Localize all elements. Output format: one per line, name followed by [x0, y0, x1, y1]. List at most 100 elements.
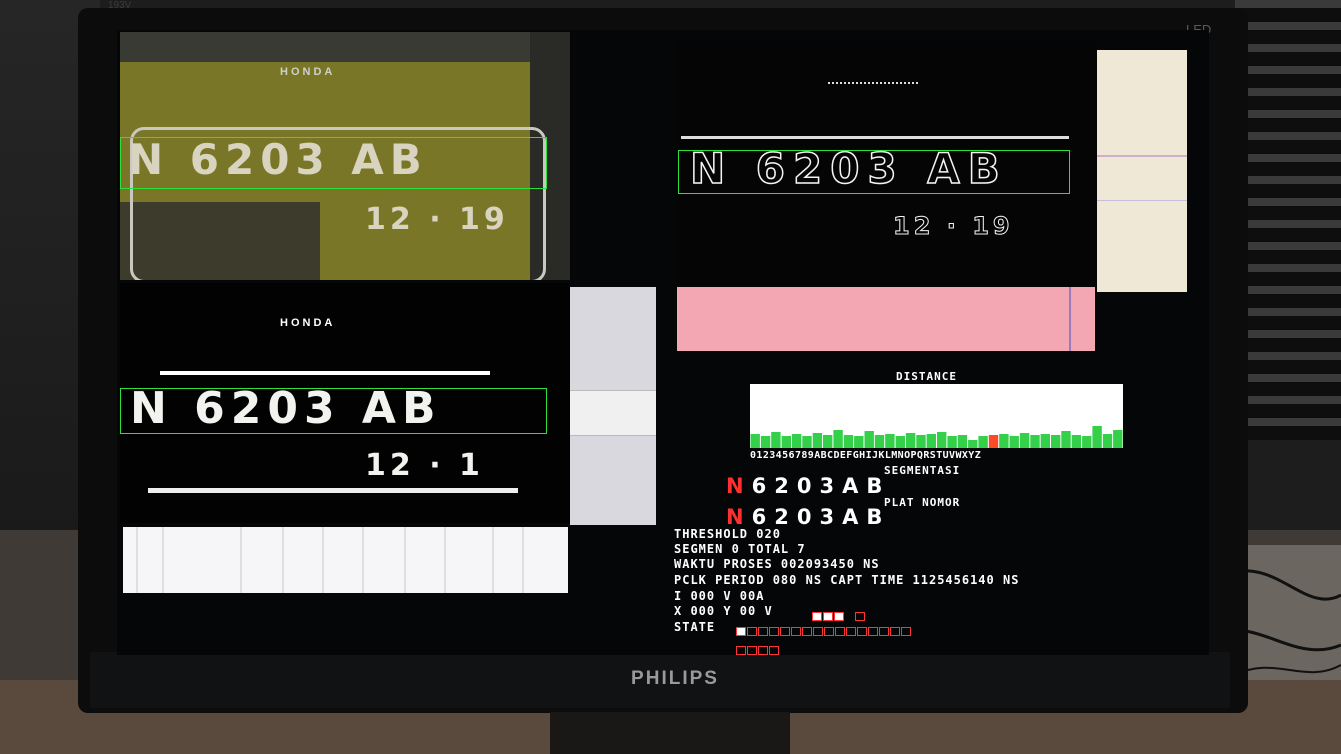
distance-bar	[823, 435, 833, 448]
plat-nomor-char: A	[842, 505, 867, 529]
projection-panel-horizontal	[677, 287, 1095, 351]
plate-binary-expiry: 12 · 1	[365, 448, 484, 483]
state-cell	[835, 627, 845, 636]
state-cell	[769, 646, 779, 655]
distance-bar	[791, 434, 802, 448]
pclk-text: PCLK PERIOD 080 NS CAPT TIME 1125456140 …	[674, 573, 1020, 587]
state-cell	[890, 627, 900, 636]
distance-bar	[854, 436, 864, 448]
distance-bar	[812, 433, 823, 448]
distance-bar	[937, 432, 947, 448]
plate-brand-text: HONDA	[280, 66, 336, 78]
distance-bar	[895, 436, 905, 448]
state-cell	[868, 627, 878, 636]
distance-bar	[957, 435, 968, 448]
segmentasi-char: 0	[796, 474, 820, 498]
state-cell	[747, 627, 757, 636]
distance-bar	[1113, 430, 1123, 448]
distance-bar	[771, 432, 781, 448]
plate-edge-expiry: 12 · 19	[893, 212, 1014, 241]
distance-bar	[999, 434, 1009, 448]
distance-bar	[978, 436, 988, 448]
distance-bar	[1030, 435, 1040, 448]
distance-bar	[760, 436, 771, 448]
plate-expiry-text: 12 · 19	[365, 202, 509, 237]
state-cell	[758, 646, 768, 655]
coord-1-text: I 000 V 00A	[674, 589, 765, 603]
plate-binary-text: N 6203 AB	[130, 383, 442, 434]
plate-edge-text: N 6203 AB	[689, 143, 1008, 194]
plat-nomor-char: N	[726, 505, 752, 529]
distance-bar	[864, 431, 874, 448]
distance-chart	[750, 384, 1123, 448]
column-histogram-lines	[136, 527, 524, 593]
distance-bars	[750, 426, 1123, 448]
projection-panel-highlight	[570, 390, 656, 436]
state-cell	[857, 627, 867, 636]
plat-nomor-char: B	[866, 505, 891, 529]
distance-bar	[905, 433, 916, 448]
model-label: 193V	[108, 0, 132, 11]
distance-bar	[1071, 435, 1082, 448]
distance-bar	[968, 440, 978, 448]
coord-2-text: X 000 Y 00 V	[674, 604, 773, 618]
distance-axis-labels: 0123456789ABCDEFGHIJKLMNOPQRSTUVWXYZ	[750, 450, 982, 461]
distance-bar	[947, 436, 957, 448]
column-histogram	[123, 527, 568, 593]
state-cell	[736, 646, 746, 655]
distance-bar	[1061, 431, 1071, 448]
plat-nomor-title: PLAT NOMOR	[884, 496, 961, 509]
state-cell	[802, 627, 812, 636]
distance-bar	[926, 434, 936, 448]
distance-bar	[916, 435, 926, 448]
distance-bar	[750, 434, 760, 448]
monitor-stand	[550, 712, 790, 754]
distance-bar	[874, 435, 885, 448]
distance-bar	[802, 436, 812, 448]
segmentasi-title: SEGMENTASI	[884, 464, 961, 477]
state-cell	[791, 627, 801, 636]
distance-bar	[1051, 435, 1061, 448]
plat-nomor-char: 6	[751, 505, 775, 529]
segmentasi-char: B	[866, 474, 891, 498]
waktu-proses-text: WAKTU PROSES 002093450 NS	[674, 557, 880, 571]
plate-number-text: N 6203 AB	[128, 135, 428, 184]
plate-image-binary: HONDA N 6203 AB 12 · 1	[120, 283, 570, 523]
state-cell	[813, 627, 823, 636]
state-cell	[736, 627, 746, 636]
distance-bar	[833, 430, 843, 448]
distance-bar	[843, 435, 854, 448]
plat-nomor-char: 3	[819, 505, 843, 529]
state-cell	[901, 627, 911, 636]
state-cell	[769, 627, 779, 636]
state-cell	[824, 627, 834, 636]
segmentasi-char: N	[726, 474, 752, 498]
segmen-text: SEGMEN 0 TOTAL 7	[674, 542, 806, 556]
threshold-text: THRESHOLD 020	[674, 527, 781, 541]
segmentasi-char: 3	[819, 474, 843, 498]
projection-panel-right	[1097, 50, 1187, 292]
state-cell	[846, 627, 856, 636]
state-cell	[758, 627, 768, 636]
distance-bar	[781, 436, 791, 448]
plat-nomor-char: 0	[796, 505, 820, 529]
segmentasi-chars: N6203AB	[726, 474, 890, 498]
state-cell	[780, 627, 790, 636]
plate-image-edge: N 6203 AB 12 · 19	[678, 40, 1103, 290]
monitor-brand-logo: PHILIPS	[631, 668, 719, 689]
distance-title: DISTANCE	[896, 370, 957, 383]
distance-bar	[1009, 436, 1019, 448]
distance-bar	[885, 434, 895, 448]
distance-bar	[1040, 434, 1050, 448]
distance-bar	[1019, 433, 1030, 448]
segmentasi-char: 2	[774, 474, 797, 498]
distance-bar	[1092, 426, 1102, 448]
segmentasi-char: A	[842, 474, 867, 498]
state-progress-bar	[736, 621, 916, 655]
segmentasi-char: 6	[751, 474, 775, 498]
state-cell	[747, 646, 757, 655]
state-label: STATE	[674, 620, 716, 634]
distance-bar	[1102, 434, 1113, 448]
plat-nomor-chars: N6203AB	[726, 505, 890, 529]
distance-bar	[1082, 436, 1092, 448]
